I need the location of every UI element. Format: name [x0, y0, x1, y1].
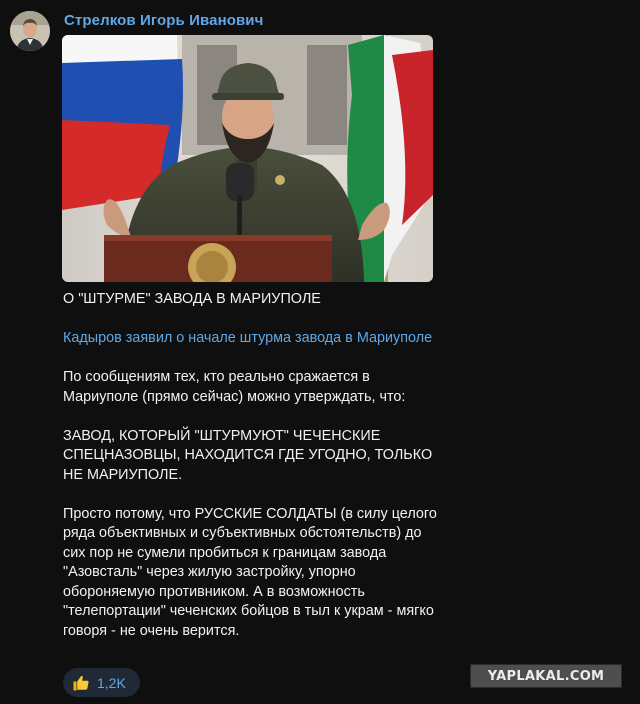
post-paragraph-1: По сообщениям тех, кто реально сражается… [63, 369, 406, 405]
post-heading: О "ШТУРМЕ" ЗАВОДА В МАРИУПОЛЕ [63, 291, 321, 307]
reaction-count: 1,2K [97, 674, 126, 691]
reaction-button[interactable]: 1,2K [63, 668, 140, 697]
post-photo[interactable] [62, 35, 433, 282]
channel-name[interactable]: Стрелков Игорь Иванович [64, 12, 263, 29]
post-text: О "ШТУРМЕ" ЗАВОДА В МАРИУПОЛЕ Кадыров за… [63, 290, 443, 661]
avatar-portrait [10, 11, 50, 51]
thumbs-up-icon [73, 675, 89, 690]
site-watermark: YAPLAKAL.COM [470, 664, 622, 688]
post-paragraph-2: ЗАВОД, КОТОРЫЙ "ШТУРМУЮТ" ЧЕЧЕНСКИЕ СПЕЦ… [63, 427, 433, 483]
post-link[interactable]: Кадыров заявил о начале штурма завода в … [63, 330, 432, 346]
channel-avatar[interactable] [10, 11, 50, 51]
post-paragraph-3: Просто потому, что РУССКИЕ СОЛДАТЫ (в си… [63, 505, 437, 639]
speaker-photo-image [62, 35, 433, 282]
